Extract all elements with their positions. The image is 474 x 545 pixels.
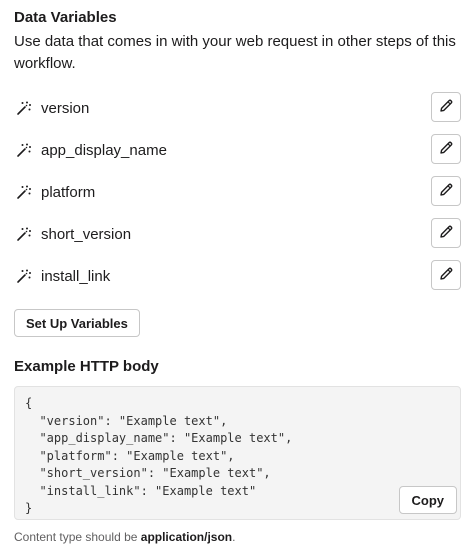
variable-label: install_link	[41, 267, 111, 285]
variable-row-short-version: short_version	[14, 213, 461, 255]
variable-row-version: version	[14, 87, 461, 129]
edit-variable-button[interactable]	[431, 260, 461, 290]
pencil-icon	[438, 140, 454, 159]
example-http-body-title: Example HTTP body	[14, 358, 159, 375]
magic-wand-icon	[15, 225, 33, 243]
variable-label: app_display_name	[41, 141, 167, 159]
content-type-value: application/json	[140, 530, 233, 544]
content-type-suffix: .	[232, 530, 236, 544]
section-description: Use data that comes in with your web req…	[14, 33, 456, 72]
copy-button[interactable]: Copy	[398, 486, 457, 514]
pencil-icon	[438, 224, 454, 243]
example-code-block: { "version": "Example text", "app_displa…	[14, 386, 461, 520]
variable-label: version	[41, 99, 90, 117]
magic-wand-icon	[15, 267, 33, 285]
magic-wand-icon	[15, 99, 33, 117]
content-type-prefix: Content type should be	[14, 530, 141, 544]
variable-label: short_version	[41, 225, 132, 243]
variable-list: version app_display_name platform short_…	[14, 87, 461, 297]
pencil-icon	[438, 266, 454, 285]
pencil-icon	[438, 182, 454, 201]
data-variables-panel: Data Variables Use data that comes in wi…	[14, 8, 461, 545]
variable-label: platform	[41, 183, 96, 201]
variable-row-install-link: install_link	[14, 255, 461, 297]
edit-variable-button[interactable]	[431, 92, 461, 122]
section-title: Data Variables	[14, 9, 117, 26]
content-type-note: Content type should be application/json.	[14, 529, 461, 545]
magic-wand-icon	[15, 141, 33, 159]
edit-variable-button[interactable]	[431, 176, 461, 206]
example-code: { "version": "Example text", "app_displa…	[25, 396, 293, 515]
magic-wand-icon	[15, 183, 33, 201]
edit-variable-button[interactable]	[431, 218, 461, 248]
edit-variable-button[interactable]	[431, 134, 461, 164]
set-up-variables-button[interactable]: Set Up Variables	[14, 309, 140, 337]
pencil-icon	[438, 98, 454, 117]
variable-row-app-display-name: app_display_name	[14, 129, 461, 171]
variable-row-platform: platform	[14, 171, 461, 213]
